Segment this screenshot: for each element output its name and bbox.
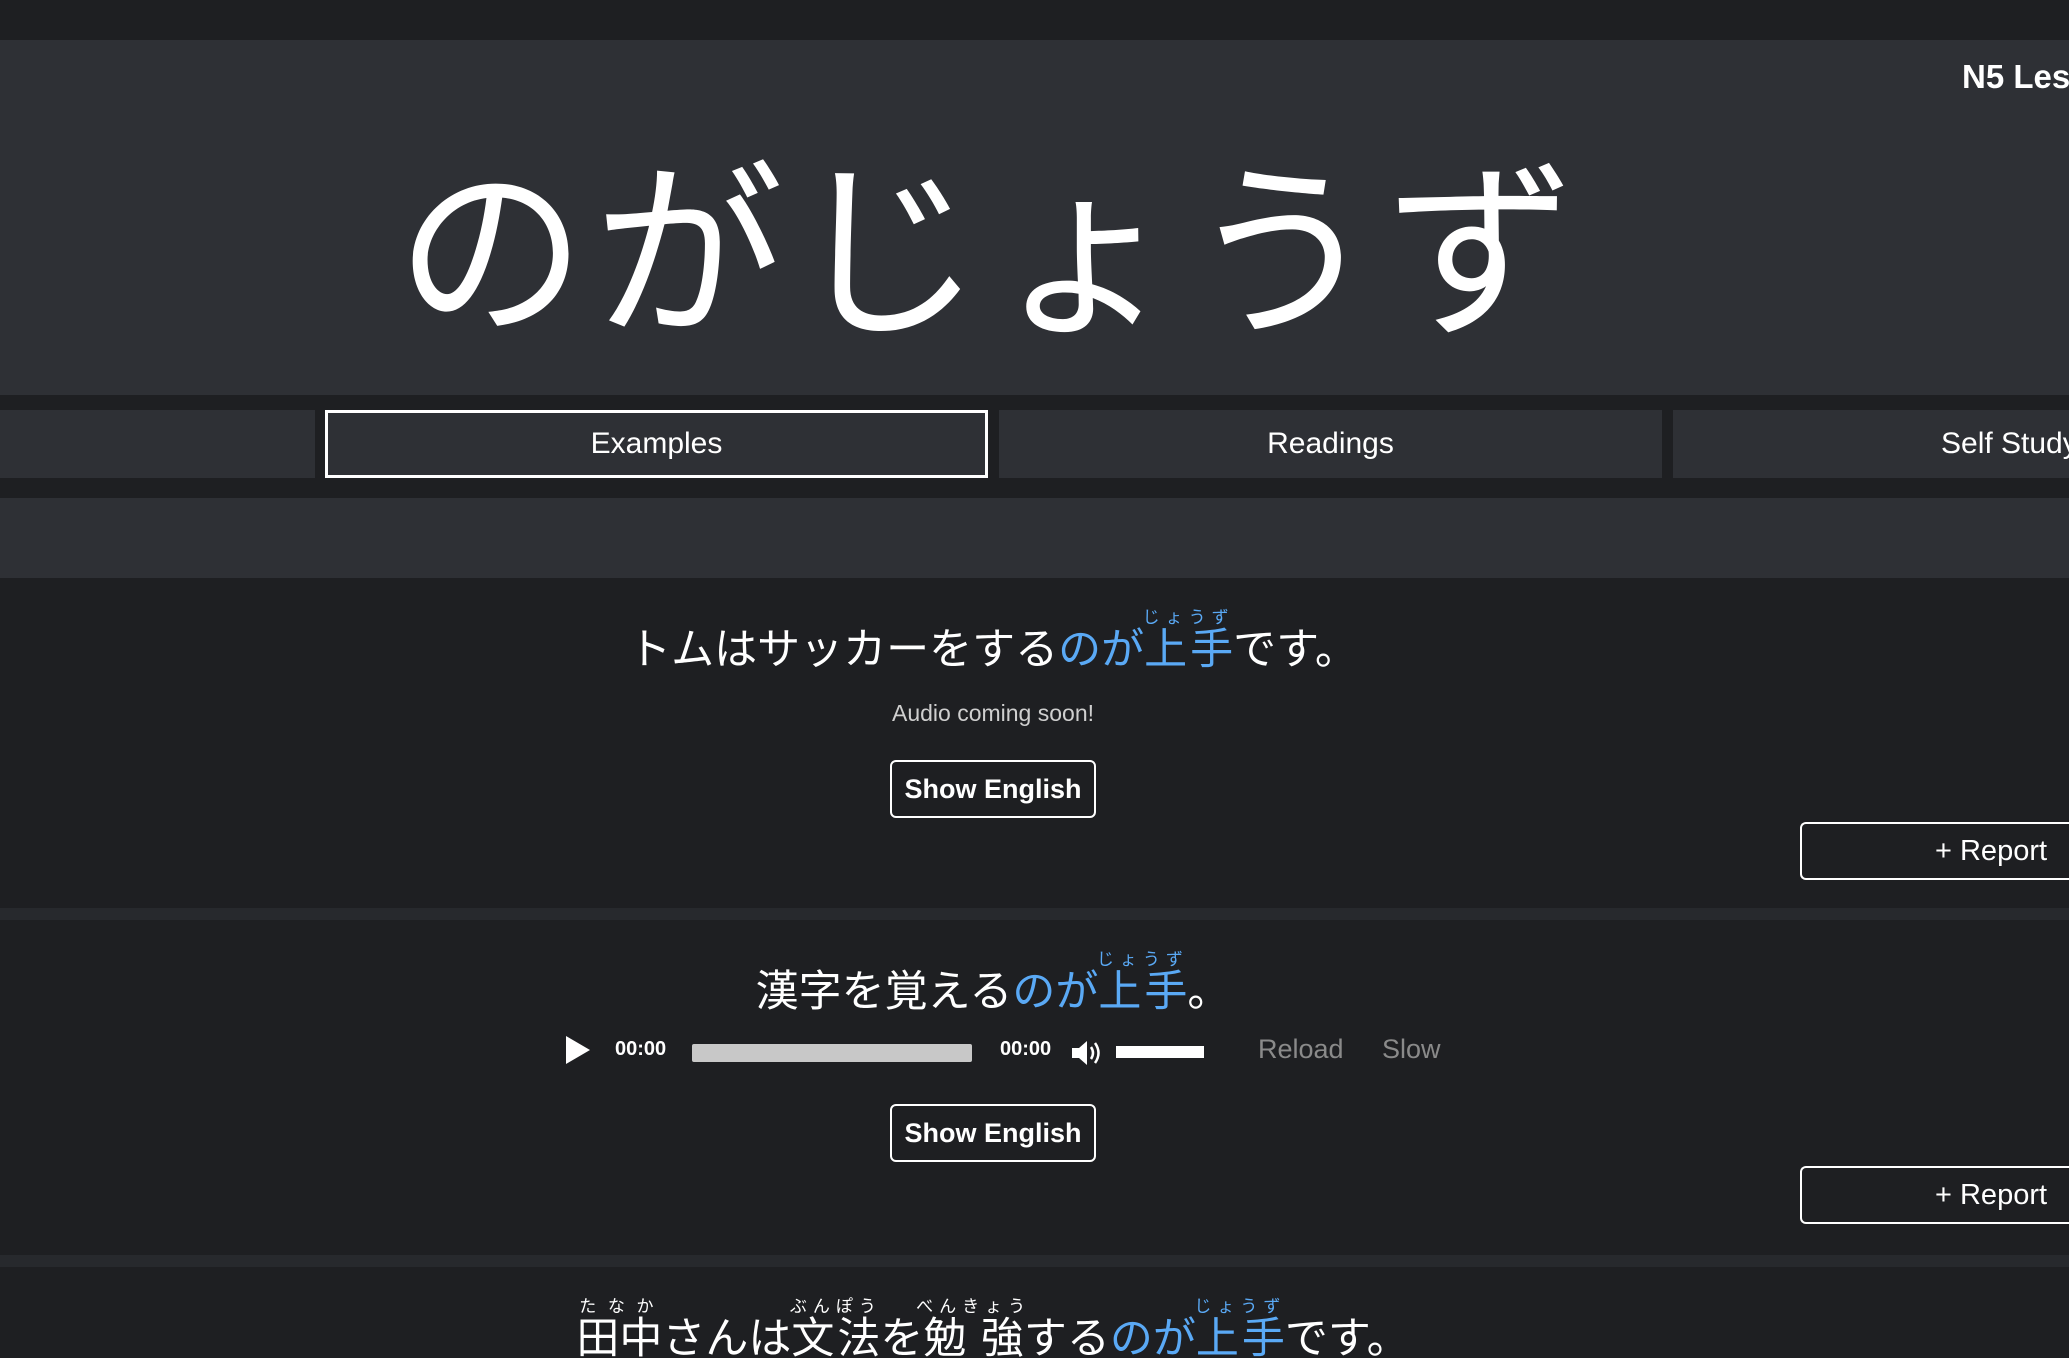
tab-examples[interactable]: Examples [325, 410, 988, 478]
tab-meaning[interactable]: ing [0, 410, 315, 478]
example-card: 漢字を覚えるのが上手じょうず。 00:00 00:00 Reload Slow … [0, 920, 2069, 1255]
furigana: たなか [576, 1297, 663, 1317]
card-divider [0, 1255, 2069, 1267]
tab-self-study-label: Self Study [1941, 427, 2069, 460]
example-sentence: トムはサッカーをするのが上手じょうずです。 [0, 608, 1986, 680]
audio-player: 00:00 00:00 Reload Slow [560, 1032, 1460, 1072]
sentence-text: する [1023, 1314, 1110, 1358]
furigana: じょうず [1142, 608, 1235, 628]
furigana: じょうず [1194, 1297, 1287, 1317]
show-english-button[interactable]: Show English [890, 760, 1096, 818]
example-card: 田中たなかさんは文法ぶんぽうを勉強べんきょうするのが上手じょうずです。 [0, 1267, 2069, 1358]
highlight-kanji: 上手 [1194, 1314, 1287, 1358]
seek-bar[interactable] [692, 1044, 972, 1062]
sentence-text: トムはサッカーをする [628, 625, 1059, 675]
reload-button[interactable]: Reload [1258, 1034, 1344, 1065]
sentence-kanji: 田中 [576, 1314, 663, 1358]
highlight-kanji: 上手 [1142, 625, 1235, 675]
tab-readings-label: Readings [1267, 427, 1394, 460]
audio-note: Audio coming soon! [891, 700, 1094, 726]
example-sentence: 漢字を覚えるのが上手じょうず。 [0, 950, 1986, 1022]
sentence-kanji: 文法 [789, 1314, 882, 1358]
highlight-kana: のが [1012, 967, 1099, 1017]
section-band [0, 498, 2069, 578]
report-button[interactable]: + Report [1800, 822, 2069, 880]
volume-slider[interactable] [1116, 1046, 1204, 1058]
highlight-kanji: 上手 [1096, 967, 1189, 1017]
report-button[interactable]: + Report [1800, 1166, 2069, 1224]
highlight-kana: のが [1058, 625, 1145, 675]
sentence-text: です。 [1233, 625, 1358, 675]
furigana: べんきょう [916, 1297, 1032, 1317]
tab-examples-label: Examples [590, 427, 723, 460]
furigana: じょうず [1096, 950, 1189, 970]
grammar-highlight[interactable]: のが上手じょうず [1058, 608, 1235, 675]
highlight-kana: のが [1109, 1314, 1196, 1358]
sentence-text: です。 [1284, 1314, 1410, 1358]
example-sentence: 田中たなかさんは文法ぶんぽうを勉強べんきょうするのが上手じょうずです。 [0, 1297, 1986, 1358]
card-divider [0, 908, 2069, 920]
volume-icon[interactable] [1070, 1038, 1104, 1068]
furigana: ぶんぽう [789, 1297, 882, 1317]
grammar-header: のがじょうず [0, 40, 2069, 395]
slow-button[interactable]: Slow [1382, 1034, 1441, 1065]
tab-readings[interactable]: Readings [999, 410, 1662, 478]
grammar-highlight[interactable]: のが上手じょうず [1012, 950, 1189, 1017]
current-time: 00:00 [615, 1038, 667, 1060]
grammar-highlight[interactable]: のが上手じょうず [1109, 1297, 1287, 1358]
play-icon[interactable] [566, 1036, 590, 1064]
lesson-label[interactable]: N5 Less [1962, 58, 2069, 96]
duration-time: 00:00 [1000, 1038, 1052, 1060]
page: のがじょうず N5 Less ing Examples Readings Sel… [0, 0, 2069, 1358]
example-card: トムはサッカーをするのが上手じょうずです。 Audio coming soon!… [0, 578, 2069, 908]
sentence-text: さんは [662, 1314, 792, 1358]
sentence-text: 漢字を覚える [755, 967, 1013, 1017]
grammar-title: のがじょうず [395, 144, 1584, 365]
sentence-kanji: 勉強 [916, 1314, 1032, 1358]
tab-bar: ing Examples Readings Self Study [0, 410, 2069, 478]
tab-self-study[interactable]: Self Study [1673, 410, 2069, 478]
sentence-text: 。 [1187, 967, 1231, 1017]
show-english-button[interactable]: Show English [890, 1104, 1096, 1162]
